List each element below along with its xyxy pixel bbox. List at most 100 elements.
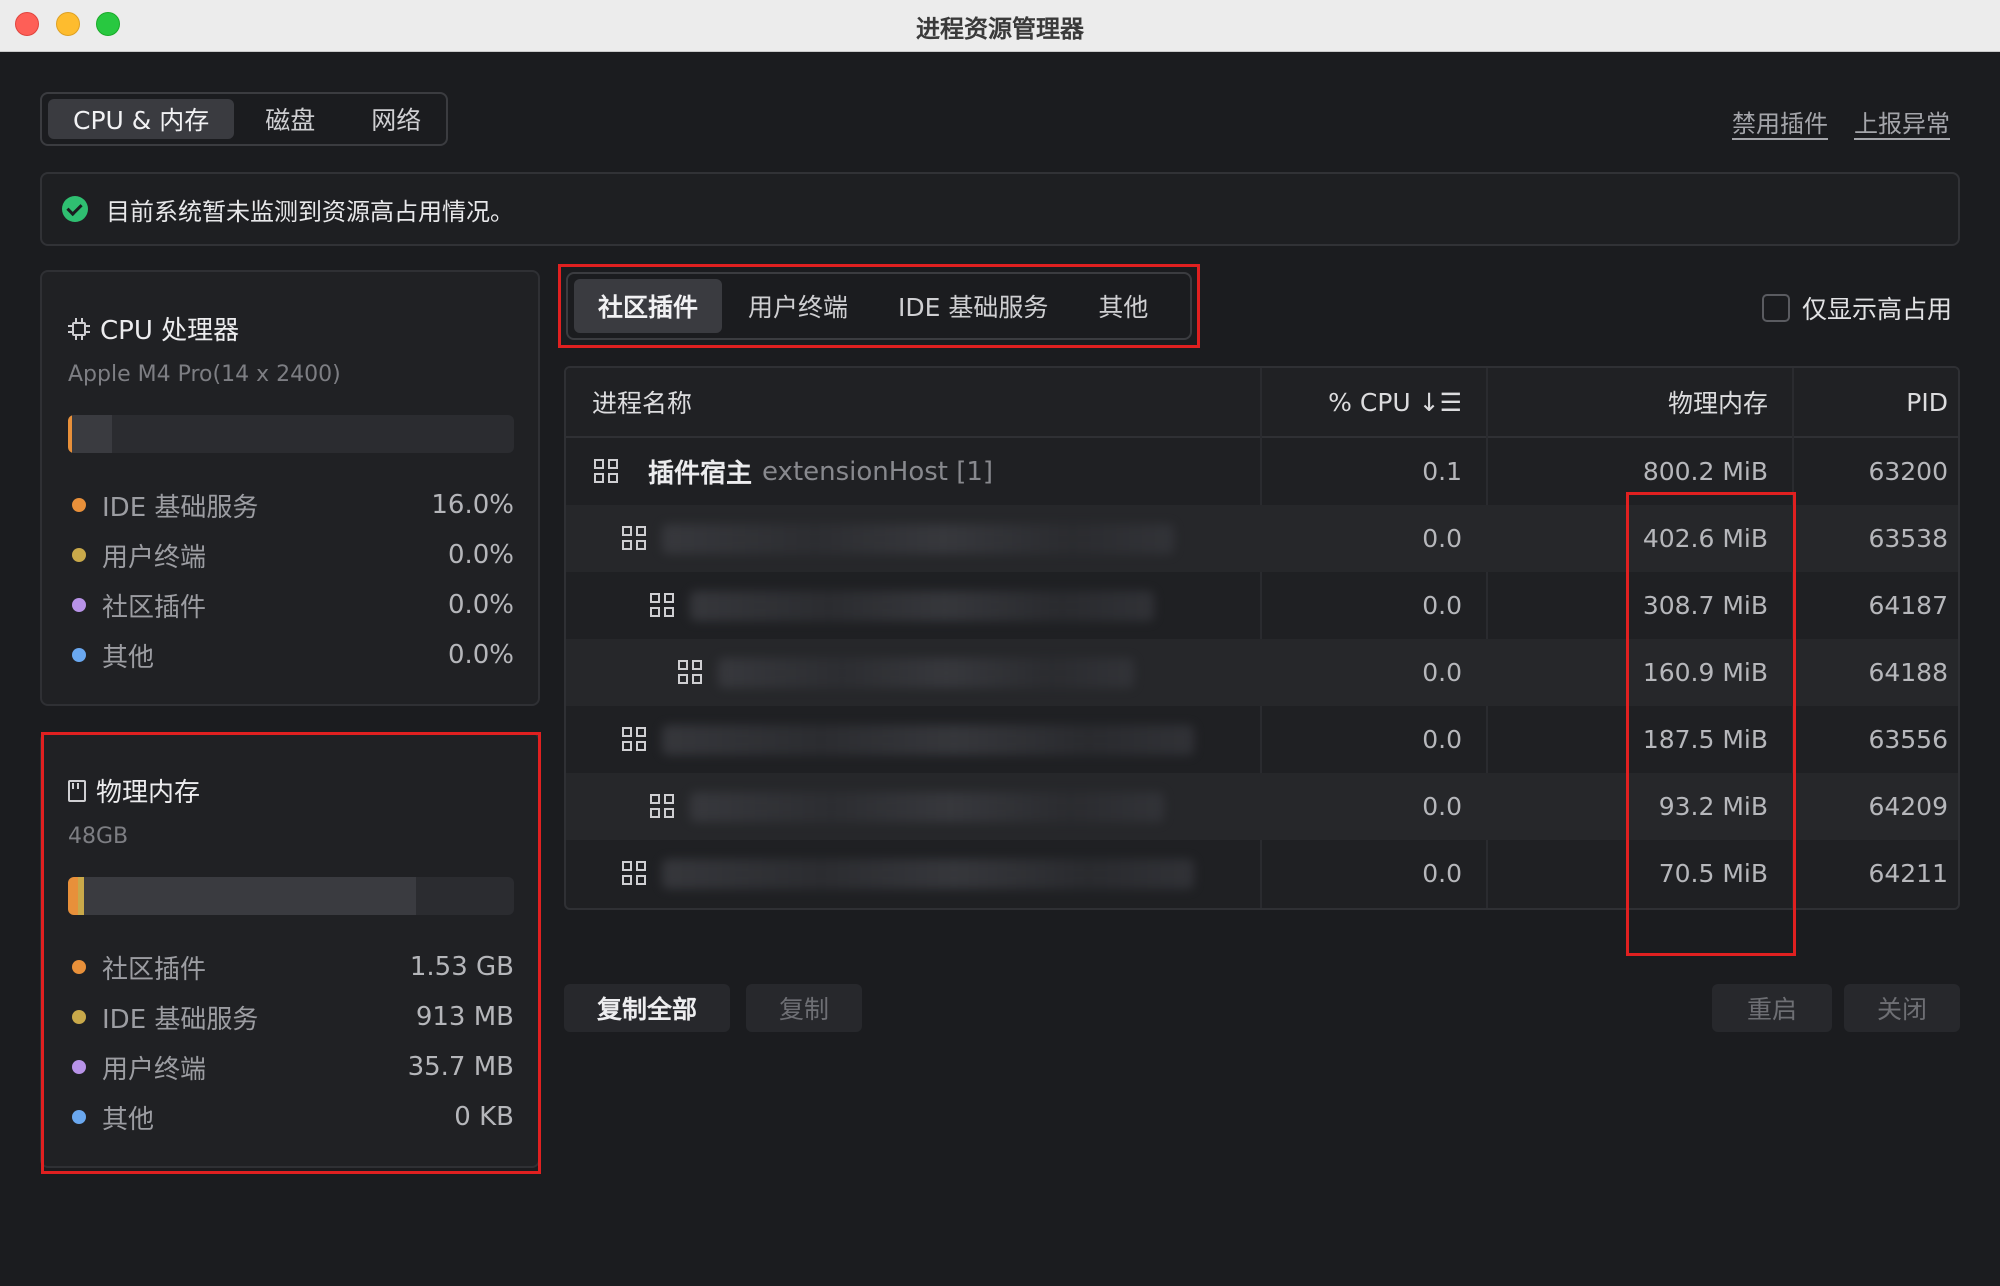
- check-circle-icon: [62, 196, 88, 222]
- memory-cell: 187.5 MiB: [1642, 725, 1768, 754]
- memory-card-icon: [68, 779, 86, 802]
- cpu-legend: IDE 基础服务 16.0% 用户终端 0.0% 社区插件 0.0% 其他 0.…: [68, 480, 514, 680]
- legend-value: 35.7 MB: [407, 1052, 514, 1082]
- high-usage-checkbox[interactable]: [1761, 294, 1790, 322]
- cpu-usage-bar: [68, 415, 514, 453]
- pid-cell: 64209: [1868, 792, 1948, 821]
- top-links: 禁用插件 上报异常: [1732, 104, 1950, 139]
- legend-dot: [72, 648, 86, 662]
- legend-dot: [72, 598, 86, 612]
- memory-cell: 160.9 MiB: [1642, 658, 1768, 687]
- cpu-legend-row: IDE 基础服务 16.0%: [68, 480, 514, 530]
- memory-title-text: 物理内存: [96, 778, 201, 808]
- table-row[interactable]: 0.0 402.6 MiB 63538: [566, 505, 1958, 572]
- legend-label: IDE 基础服务: [102, 1004, 259, 1035]
- cpu-panel: CPU 处理器 Apple M4 Pro(14 x 2400) IDE 基础服务…: [40, 270, 540, 706]
- legend-value: 16.0%: [431, 490, 514, 520]
- memory-usage-bar: [68, 877, 514, 915]
- pid-cell: 63200: [1868, 457, 1948, 486]
- category-tabs: 社区插件 用户终端 IDE 基础服务 其他: [566, 272, 1192, 340]
- cpu-cell: 0.1: [1422, 457, 1462, 486]
- column-header-pid[interactable]: PID: [1906, 368, 1948, 436]
- legend-dot: [72, 1060, 86, 1074]
- tab-community-plugins[interactable]: 社区插件: [574, 279, 723, 333]
- high-usage-filter[interactable]: 仅显示高占用: [1761, 290, 1952, 326]
- high-usage-label: 仅显示高占用: [1801, 295, 1952, 324]
- close-button[interactable]: 关闭: [1844, 984, 1960, 1032]
- pid-cell: 63538: [1868, 524, 1948, 553]
- redacted-process-name: [662, 724, 1194, 755]
- table-row[interactable]: 0.0 160.9 MiB 64188: [566, 639, 1958, 706]
- tab-disk[interactable]: 磁盘: [240, 99, 340, 139]
- table-row[interactable]: 0.0 70.5 MiB 64211: [566, 840, 1958, 907]
- table-row[interactable]: 0.0 187.5 MiB 63556: [566, 706, 1958, 773]
- cpu-model: Apple M4 Pro(14 x 2400): [68, 362, 341, 387]
- restart-button[interactable]: 重启: [1712, 984, 1832, 1032]
- column-header-memory[interactable]: 物理内存: [1668, 368, 1768, 436]
- cpu-panel-title: CPU 处理器: [68, 310, 239, 347]
- table-row[interactable]: 插件宿主 extensionHost [1] 0.1 800.2 MiB 63200: [566, 438, 1958, 505]
- tab-ide-services[interactable]: IDE 基础服务: [874, 279, 1072, 333]
- table-row[interactable]: 0.0 93.2 MiB 64209: [566, 773, 1958, 840]
- grid-icon: [622, 726, 648, 753]
- memory-cell: 800.2 MiB: [1642, 457, 1768, 486]
- redacted-process-name: [662, 523, 1174, 554]
- cpu-legend-row: 社区插件 0.0%: [68, 580, 514, 630]
- cpu-chip-icon: [68, 317, 90, 340]
- tab-other[interactable]: 其他: [1074, 279, 1172, 333]
- column-header-cpu[interactable]: % CPU ↓☰: [1328, 368, 1462, 436]
- process-name: 插件宿主: [648, 459, 753, 489]
- window-title: 进程资源管理器: [916, 15, 1084, 43]
- memory-bar-segment-plugins: [68, 877, 78, 915]
- tab-cpu-memory[interactable]: CPU & 内存: [48, 99, 235, 139]
- legend-label: 用户终端: [102, 542, 207, 573]
- process-name-cell: [650, 572, 1154, 639]
- process-name-cell: [622, 840, 1194, 907]
- memory-cell: 93.2 MiB: [1658, 792, 1768, 821]
- legend-value: 0 KB: [454, 1102, 514, 1132]
- legend-value: 0.0%: [447, 540, 514, 570]
- main-content: CPU & 内存 磁盘 网络 禁用插件 上报异常 目前系统暂未监测到资源高占用情…: [0, 52, 2000, 1286]
- process-name-cell: [678, 639, 1134, 706]
- status-banner: 目前系统暂未监测到资源高占用情况。: [40, 172, 1960, 246]
- memory-legend-row: 用户终端 35.7 MB: [68, 1042, 514, 1092]
- column-header-name[interactable]: 进程名称: [592, 368, 692, 436]
- tab-user-terminal[interactable]: 用户终端: [724, 279, 872, 333]
- process-name-cell: 插件宿主 extensionHost [1]: [594, 438, 993, 505]
- legend-value: 0.0%: [447, 590, 514, 620]
- table-row[interactable]: 0.0 308.7 MiB 64187: [566, 572, 1958, 639]
- cpu-cell: 0.0: [1422, 591, 1462, 620]
- memory-cell: 402.6 MiB: [1642, 524, 1768, 553]
- legend-label: 社区插件: [102, 592, 207, 623]
- grid-icon: [622, 860, 648, 887]
- memory-legend-row: IDE 基础服务 913 MB: [68, 992, 514, 1042]
- status-banner-text: 目前系统暂未监测到资源高占用情况。: [106, 197, 514, 226]
- redacted-process-name: [690, 590, 1154, 621]
- memory-total: 48GB: [68, 824, 129, 849]
- cpu-cell: 0.0: [1422, 792, 1462, 821]
- copy-all-button[interactable]: 复制全部: [564, 984, 730, 1032]
- redacted-process-name: [690, 791, 1164, 822]
- grid-icon: [650, 793, 676, 820]
- title-bar: 进程资源管理器: [0, 0, 2000, 52]
- report-issue-link[interactable]: 上报异常: [1854, 104, 1950, 139]
- legend-label: 用户终端: [102, 1054, 207, 1085]
- pid-cell: 64187: [1868, 591, 1948, 620]
- redacted-process-name: [662, 858, 1194, 889]
- cpu-legend-row: 其他 0.0%: [68, 630, 514, 680]
- tab-network[interactable]: 网络: [346, 99, 446, 139]
- cpu-cell: 0.0: [1422, 524, 1462, 553]
- legend-label: 社区插件: [102, 954, 207, 985]
- copy-button[interactable]: 复制: [746, 984, 862, 1032]
- legend-dot: [72, 960, 86, 974]
- memory-panel: 物理内存 48GB 社区插件 1.53 GB IDE 基础服务 913 MB 用…: [40, 732, 540, 1168]
- pid-cell: 64188: [1868, 658, 1948, 687]
- cpu-cell: 0.0: [1422, 725, 1462, 754]
- disable-plugins-link[interactable]: 禁用插件: [1732, 104, 1828, 139]
- memory-cell: 308.7 MiB: [1642, 591, 1768, 620]
- grid-icon: [678, 659, 704, 686]
- cpu-cell: 0.0: [1422, 658, 1462, 687]
- legend-dot: [72, 1010, 86, 1024]
- pid-cell: 63556: [1868, 725, 1948, 754]
- memory-legend: 社区插件 1.53 GB IDE 基础服务 913 MB 用户终端 35.7 M…: [68, 942, 514, 1142]
